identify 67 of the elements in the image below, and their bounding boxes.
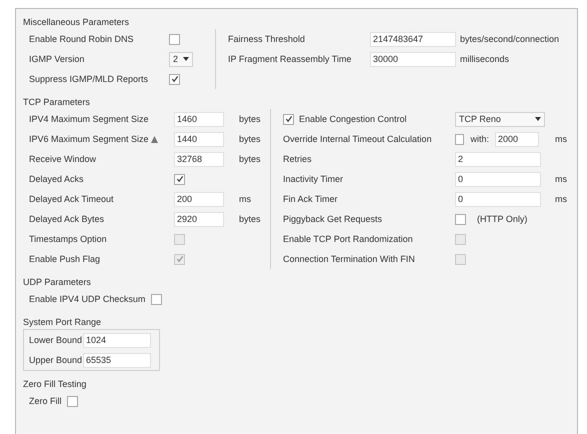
field-label: with: <box>470 134 489 144</box>
field-label: Upper Bound <box>29 355 83 365</box>
field-label: Enable IPV4 UDP Checksum <box>29 294 146 304</box>
dropdown[interactable]: 2 <box>169 52 193 66</box>
input-field[interactable]: 0 <box>455 172 541 186</box>
field-label: Timestamps Option <box>29 234 108 244</box>
field-label: Fairness Threshold <box>228 34 306 44</box>
input-field[interactable]: 2000 <box>495 132 539 146</box>
unit-label: ms <box>554 134 567 144</box>
checkbox[interactable] <box>151 294 162 304</box>
field-label: IPV6 Maximum Segment Size <box>29 134 149 144</box>
section-title: Zero Fill Testing <box>23 378 88 391</box>
input-field[interactable]: 32768 <box>174 152 224 166</box>
field-label: Override Internal Timeout Calculation <box>283 134 433 144</box>
field-label: Delayed Acks <box>29 174 85 184</box>
field-label: Enable Congestion Control <box>299 114 407 124</box>
field-label: Receive Window <box>29 154 98 164</box>
field-label: Enable Push Flag <box>29 254 102 264</box>
unit-label: bytes <box>238 214 262 224</box>
field-label: Delayed Ack Timeout <box>29 194 115 204</box>
input-field[interactable]: 2147483647 <box>370 32 456 46</box>
input-field[interactable]: 0 <box>455 192 541 206</box>
input-field[interactable]: 2920 <box>174 212 224 226</box>
input-field[interactable]: 200 <box>174 192 224 206</box>
checkbox[interactable] <box>455 214 466 224</box>
caret-icon <box>183 57 189 61</box>
unit-label: bytes <box>238 134 262 144</box>
section-title: System Port Range <box>23 316 102 329</box>
field-label: Delayed Ack Bytes <box>29 214 106 224</box>
field-label: Enable Round Robin DNS <box>29 34 135 44</box>
checkbox[interactable] <box>174 174 185 184</box>
field-label: Piggyback Get Requests <box>283 214 384 224</box>
section-title: Miscellaneous Parameters <box>23 16 130 29</box>
unit-label: bytes/second/connection <box>459 34 560 44</box>
input-field[interactable]: 65535 <box>83 352 151 368</box>
section-title: UDP Parameters <box>23 276 92 289</box>
unit-label: milliseconds <box>459 54 510 64</box>
unit-label: ms <box>238 194 252 204</box>
field-label: Enable TCP Port Randomization <box>283 234 414 244</box>
input-field[interactable]: 1024 <box>83 332 151 348</box>
checkbox[interactable] <box>283 114 294 124</box>
input-field[interactable]: 1440 <box>174 132 224 146</box>
input-field[interactable]: 30000 <box>370 52 456 66</box>
field-label: Retries <box>283 154 313 164</box>
field-label: Connection Termination With FIN <box>283 254 416 264</box>
section-title: TCP Parameters <box>23 96 91 109</box>
field-label: Fin Ack Timer <box>283 194 339 204</box>
note-label: (HTTP Only) <box>476 214 528 224</box>
field-label: Inactivity Timer <box>283 174 344 184</box>
unit-label: ms <box>554 174 567 184</box>
field-label: IPV4 Maximum Segment Size <box>29 114 150 124</box>
unit-label: bytes <box>238 154 262 164</box>
checkbox[interactable] <box>169 34 180 44</box>
field-label: IP Fragment Reassembly Time <box>228 54 352 64</box>
checkbox[interactable] <box>455 134 464 144</box>
checkbox[interactable] <box>169 74 180 84</box>
input-field[interactable]: 2 <box>455 152 541 166</box>
unit-label: ms <box>554 194 567 204</box>
field-label: Lower Bound <box>29 335 83 345</box>
caret-icon <box>535 117 541 121</box>
field-label: Zero Fill <box>29 396 63 406</box>
field-label: IGMP Version <box>29 54 86 64</box>
field-label: Suppress IGMP/MLD Reports <box>29 74 150 84</box>
input-field[interactable]: 1460 <box>174 112 224 126</box>
dropdown[interactable]: TCP Reno <box>455 112 545 126</box>
unit-label: bytes <box>238 114 262 124</box>
checkbox[interactable] <box>67 396 78 406</box>
